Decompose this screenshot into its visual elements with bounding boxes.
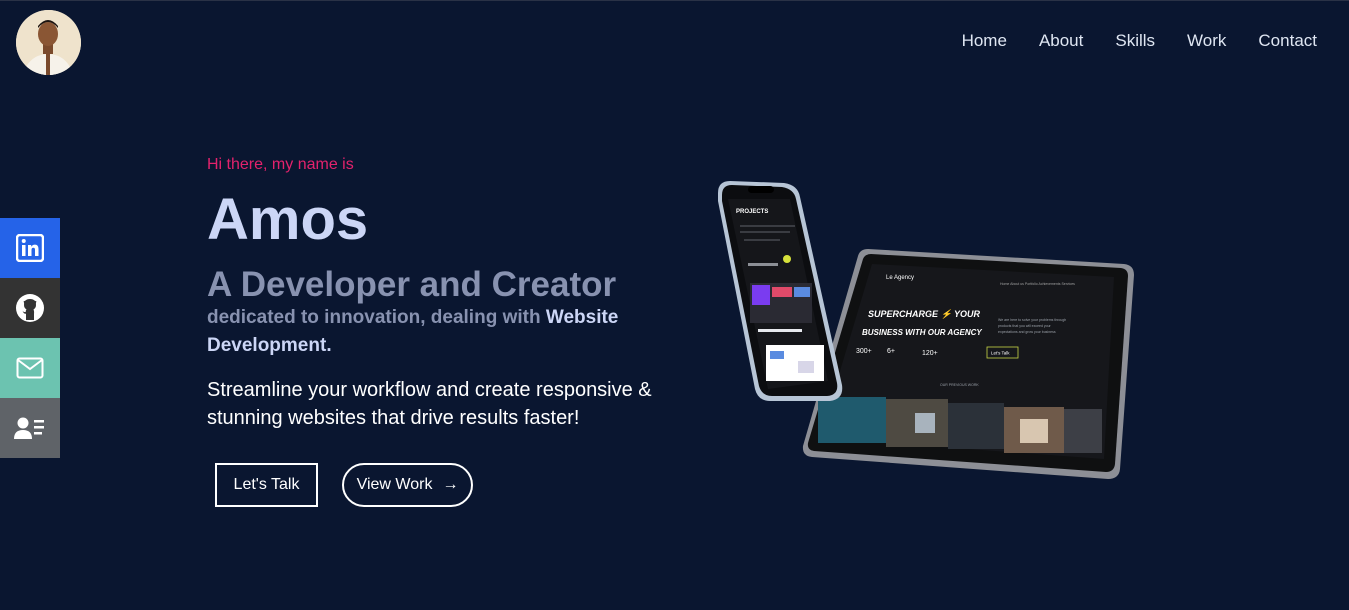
- mail-icon: [16, 357, 44, 379]
- github-link[interactable]: [0, 278, 60, 338]
- social-sidebar: [0, 218, 60, 458]
- linkedin-link[interactable]: [0, 218, 60, 278]
- lets-talk-button[interactable]: Let's Talk: [215, 463, 318, 507]
- avatar[interactable]: [16, 10, 81, 75]
- svg-text:expectations and grow your bus: expectations and grow your business: [998, 330, 1056, 334]
- svg-text:OUR PREVIOUS WORK: OUR PREVIOUS WORK: [940, 383, 979, 387]
- resume-link[interactable]: [0, 398, 60, 458]
- github-icon: [16, 294, 44, 322]
- svg-text:Home About us Portfolio: Home About us Portfolio Achievements Ser…: [1000, 282, 1075, 286]
- email-link[interactable]: [0, 338, 60, 398]
- view-work-button[interactable]: View Work →: [342, 463, 473, 507]
- view-work-label: View Work: [356, 476, 433, 493]
- arrow-right-icon: →: [442, 476, 459, 493]
- lets-talk-label: Let's Talk: [233, 476, 300, 493]
- dedication-suffix: .: [326, 335, 332, 356]
- main-nav: Home About Skills Work Contact: [930, 31, 1317, 51]
- hero-role: A Developer and Creator: [207, 265, 617, 304]
- svg-text:We are here to solve your prob: We are here to solve your problems throu…: [998, 318, 1066, 322]
- resume-icon: [14, 417, 44, 439]
- tablet-cta: Let's Talk: [991, 351, 1010, 356]
- tablet-headline-1: SUPERCHARGE ⚡ YOUR: [868, 308, 981, 320]
- device-mockup-image: Le Agency Home About us Portfolio Achiev…: [718, 181, 1134, 479]
- svg-text:products that you will exceed: products that you will exceed your: [998, 324, 1052, 328]
- device-mockup: Le Agency Home About us Portfolio Achiev…: [700, 161, 1160, 491]
- tablet-headline-2: BUSINESS WITH OUR AGENCY: [862, 328, 982, 337]
- tablet-brand: Le Agency: [886, 275, 914, 281]
- hero-name: Amos: [207, 187, 369, 252]
- linkedin-icon: [16, 234, 44, 262]
- dedication-prefix: dedicated to innovation, dealing with: [207, 307, 541, 328]
- nav-contact[interactable]: Contact: [1258, 31, 1317, 51]
- hero-pitch: Streamline your workflow and create resp…: [207, 379, 652, 429]
- phone-mockup: PROJECTS: [718, 181, 843, 401]
- hero-dedication: dedicated to innovation, dealing with We…: [207, 304, 667, 360]
- tablet-stat-2: 6+: [887, 348, 895, 355]
- hero-actions: Let's Talk View Work →: [215, 463, 473, 507]
- greeting: Hi there, my name is: [207, 156, 354, 173]
- page: Home About Skills Work Contact Hi there,…: [0, 0, 1349, 610]
- hero: Hi there, my name is Amos A Developer an…: [207, 156, 667, 432]
- tablet-stat-1: 300+: [856, 348, 872, 355]
- nav-about[interactable]: About: [1039, 31, 1083, 51]
- nav-skills[interactable]: Skills: [1115, 31, 1155, 51]
- tablet-stat-3: 120+: [922, 350, 938, 357]
- tablet-mockup: Le Agency Home About us Portfolio Achiev…: [802, 249, 1134, 479]
- nav-home[interactable]: Home: [962, 31, 1007, 51]
- avatar-image: [16, 10, 81, 75]
- phone-title: PROJECTS: [736, 209, 768, 215]
- nav-work[interactable]: Work: [1187, 31, 1226, 51]
